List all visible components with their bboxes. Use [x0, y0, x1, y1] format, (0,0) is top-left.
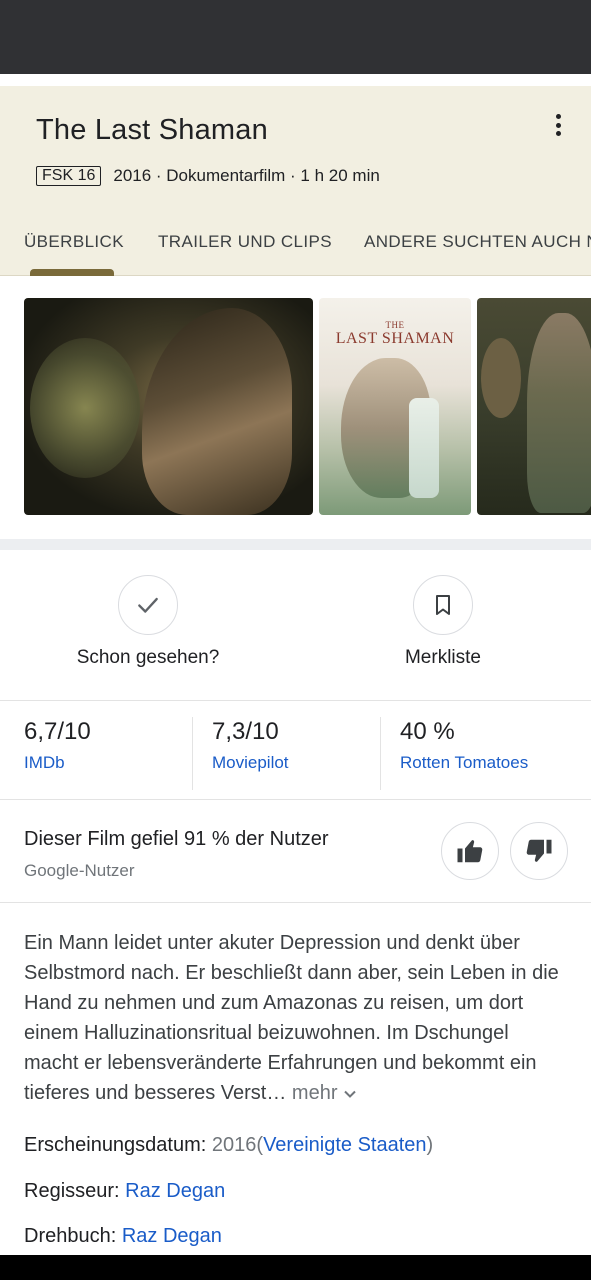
release-country-link[interactable]: Vereinigte Staaten: [263, 1134, 426, 1156]
image-gallery: THE LAST SHAMAN: [0, 277, 591, 539]
section-divider: [0, 539, 591, 550]
rating-value: 7,3/10: [212, 718, 279, 745]
rating-source-link[interactable]: Moviepilot: [212, 753, 289, 773]
audience-rating-text: Dieser Film gefiel 91 % der Nutzer: [24, 828, 329, 850]
ratings-row: 6,7/10 IMDb 7,3/10 Moviepilot 40 % Rotte…: [0, 702, 591, 800]
chevron-down-icon: [344, 1090, 356, 1098]
status-bar: [0, 0, 591, 74]
rating-rotten-tomatoes[interactable]: 40 % Rotten Tomatoes: [400, 718, 528, 790]
status-gap: [0, 74, 591, 86]
movie-meta: 2016 · Dokumentarfilm · 1 h 20 min: [113, 166, 380, 185]
rating-imdb[interactable]: 6,7/10 IMDb: [24, 718, 91, 790]
more-options-icon[interactable]: [546, 112, 570, 138]
bookmark-icon[interactable]: [413, 575, 473, 635]
rating-divider: [192, 717, 193, 790]
thumbs-down-icon[interactable]: [510, 822, 568, 880]
active-tab-indicator: [30, 269, 114, 276]
age-rating-badge: FSK 16: [36, 166, 102, 186]
tab-others-searched[interactable]: ANDERE SUCHTEN AUCH NACH: [364, 232, 591, 252]
more-label: mehr: [291, 1082, 338, 1104]
writer-line: Drehbuch: Raz Degan: [24, 1225, 222, 1248]
rating-value: 40 %: [400, 718, 455, 745]
rating-source-link[interactable]: Rotten Tomatoes: [400, 753, 528, 773]
watchlist-action[interactable]: Merkliste: [343, 575, 543, 669]
writer-label: Drehbuch:: [24, 1225, 117, 1247]
release-date-line: Erscheinungsdatum: 2016(Vereinigte Staat…: [24, 1134, 434, 1156]
director-label: Regisseur:: [24, 1180, 120, 1202]
release-label: Erscheinungsdatum:: [24, 1134, 207, 1156]
movie-still-image[interactable]: [24, 298, 313, 515]
director-link[interactable]: Raz Degan: [125, 1180, 225, 1202]
tab-overview[interactable]: ÜBERBLICK: [24, 232, 124, 252]
rating-divider: [380, 717, 381, 790]
knowledge-panel-header: The Last Shaman FSK 16 2016 · Dokumentar…: [0, 86, 591, 276]
movie-title: The Last Shaman: [36, 114, 268, 146]
poster-title: THE LAST SHAMAN: [335, 320, 455, 347]
tab-bar: ÜBERBLICK TRAILER UND CLIPS ANDERE SUCHT…: [0, 230, 591, 276]
movie-description: Ein Mann leidet unter akuter Depression …: [24, 928, 564, 1108]
director-line: Regisseur: Raz Degan: [24, 1180, 225, 1203]
action-row: Schon gesehen? Merkliste: [0, 550, 591, 701]
more-toggle[interactable]: mehr: [292, 1082, 357, 1104]
seen-action[interactable]: Schon gesehen?: [48, 575, 248, 669]
system-nav-bar: [0, 1255, 591, 1280]
rating-moviepilot[interactable]: 7,3/10 Moviepilot: [212, 718, 289, 790]
audience-rating-source: Google-Nutzer: [24, 861, 135, 880]
check-icon[interactable]: [118, 575, 178, 635]
writer-link[interactable]: Raz Degan: [122, 1225, 222, 1247]
rating-source-link[interactable]: IMDb: [24, 753, 91, 773]
description-text: Ein Mann leidet unter akuter Depression …: [24, 932, 559, 1104]
rating-value: 6,7/10: [24, 718, 91, 745]
movie-still-image-2[interactable]: [477, 298, 591, 515]
watchlist-label: Merkliste: [404, 647, 481, 668]
audience-rating-row: Dieser Film gefiel 91 % der Nutzer Googl…: [0, 801, 591, 903]
thumbs-up-icon[interactable]: [441, 822, 499, 880]
movie-poster-image[interactable]: THE LAST SHAMAN: [319, 298, 471, 515]
tab-trailers[interactable]: TRAILER UND CLIPS: [158, 232, 332, 252]
movie-meta-row: FSK 16 2016 · Dokumentarfilm · 1 h 20 mi…: [36, 166, 380, 186]
seen-label: Schon gesehen?: [76, 647, 220, 668]
release-year: 2016: [211, 1134, 257, 1156]
